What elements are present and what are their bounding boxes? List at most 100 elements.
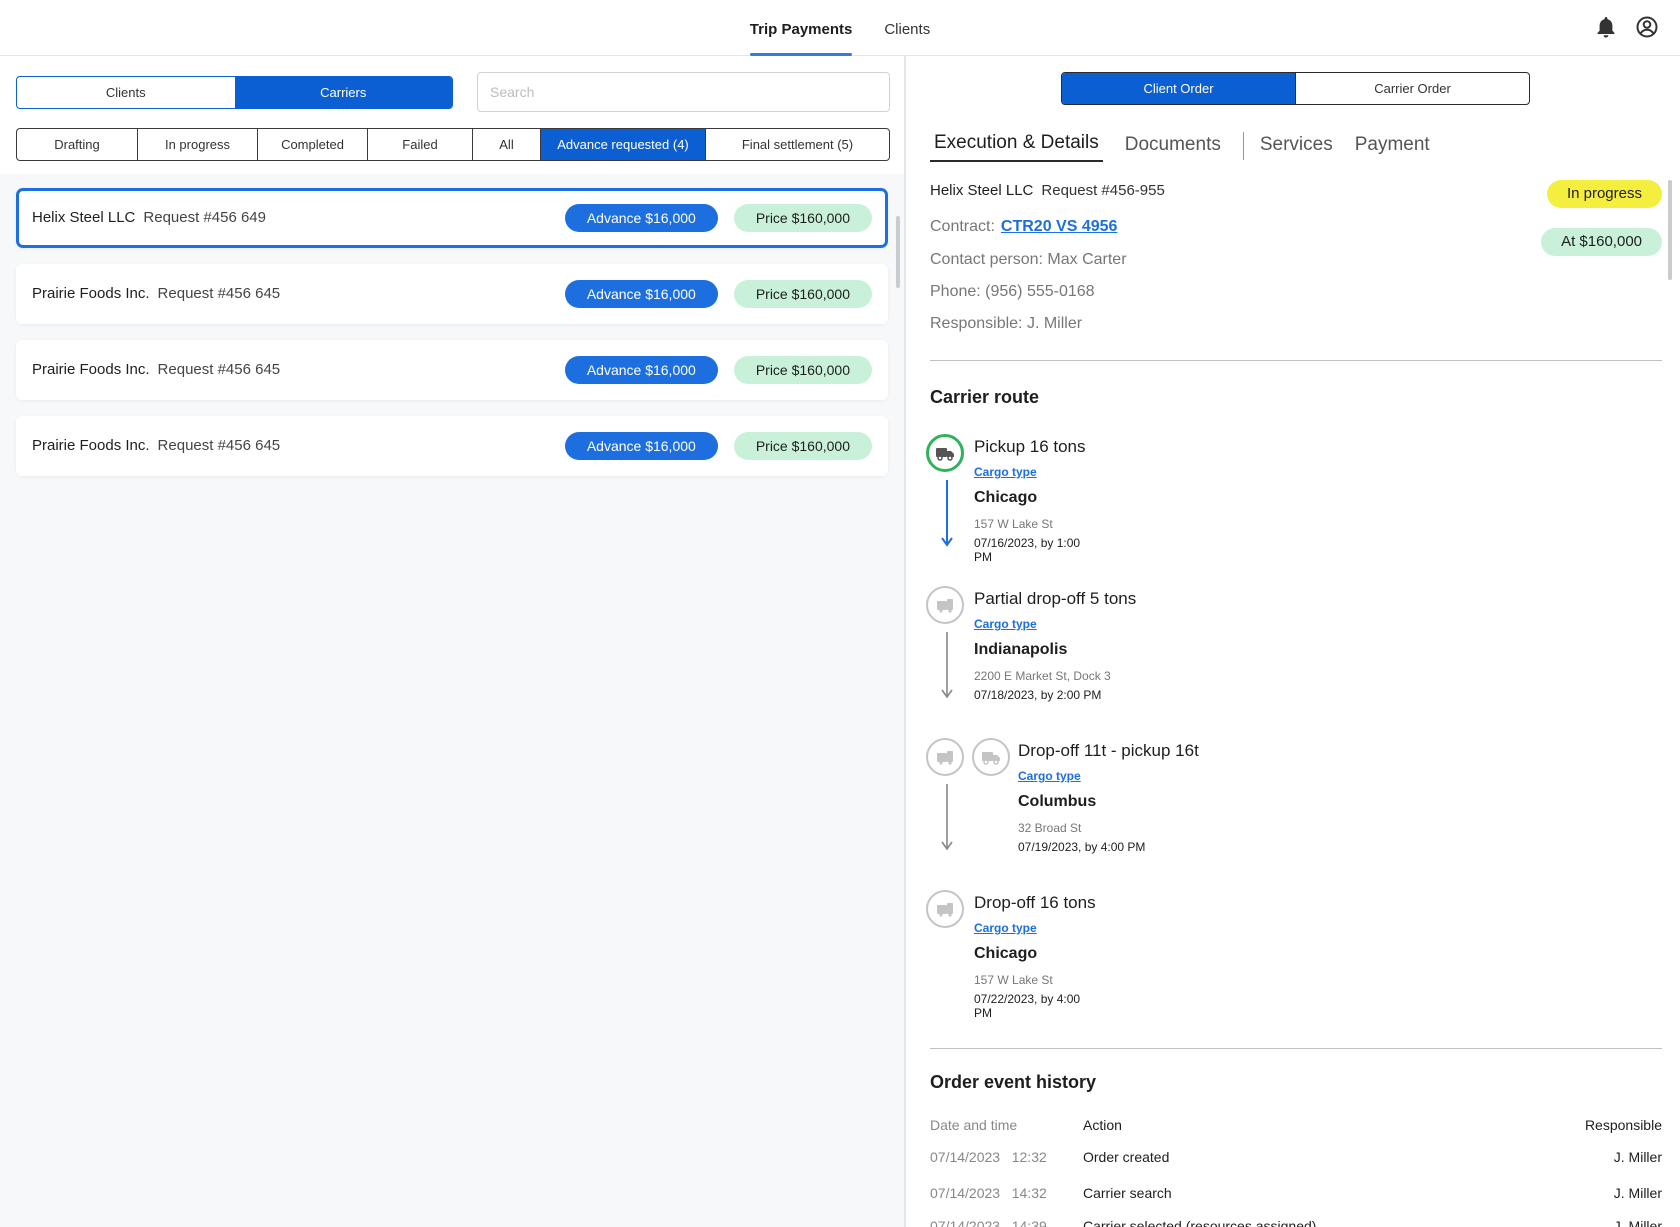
stop-icons xyxy=(926,738,1010,776)
request-row-title: Helix Steel LLC Request #456 649 xyxy=(32,209,266,226)
history-date: 07/14/2023 14:39 xyxy=(930,1218,1047,1227)
advance-badge: Advance $16,000 xyxy=(564,204,718,232)
toggle-carrier-order[interactable]: Carrier Order xyxy=(1296,73,1529,104)
request-row-title: Prairie Foods Inc. Request #456 645 xyxy=(32,361,280,378)
history-responsible: J. Miller xyxy=(1613,1218,1662,1227)
cargo-type-link[interactable]: Cargo type xyxy=(974,465,1086,479)
section-divider xyxy=(930,360,1662,361)
route-arrow-icon xyxy=(941,480,953,547)
unload-icon xyxy=(926,586,964,624)
type-toggle: Clients Carriers xyxy=(16,76,453,109)
stop-address: 157 W Lake St xyxy=(974,973,1053,987)
stop-address: 2200 E Market St, Dock 3 xyxy=(974,669,1111,683)
tab-payment[interactable]: Payment xyxy=(1355,134,1430,162)
request-row[interactable]: Prairie Foods Inc. Request #456 645 Advan… xyxy=(16,340,888,400)
tab-services[interactable]: Services xyxy=(1260,134,1333,162)
carrier-route-title: Carrier route xyxy=(930,387,1040,407)
stop-city: Columbus xyxy=(1018,793,1097,810)
detail-tabs: Execution & Details Documents Services P… xyxy=(930,126,1452,162)
status-filter-tabs: Drafting In progress Completed Failed Al… xyxy=(16,128,890,161)
status-tab-advance-requested[interactable]: Advance requested (4) xyxy=(541,129,706,160)
contract-line: Contract: CTR20 VS 4956 xyxy=(930,218,1117,236)
tab-execution-details[interactable]: Execution & Details xyxy=(930,132,1103,162)
status-badge: In progress xyxy=(1546,180,1662,208)
bell-icon[interactable] xyxy=(1596,16,1616,38)
advance-badge: Advance $16,000 xyxy=(564,356,718,384)
toggle-client-order[interactable]: Client Order xyxy=(1062,73,1296,104)
request-row[interactable]: Prairie Foods Inc. Request #456 645 Advan… xyxy=(16,416,888,476)
user-circle-icon[interactable] xyxy=(1636,16,1658,38)
status-tab-failed[interactable]: Failed xyxy=(368,129,473,160)
order-header: Helix Steel LLC Request #456-955 xyxy=(930,182,1165,199)
responsible-person: Responsible: J. Miller xyxy=(930,315,1083,332)
route-arrow-icon xyxy=(941,632,953,699)
section-divider xyxy=(930,1048,1662,1049)
history-col-date: Date and time xyxy=(930,1117,1018,1133)
stop-title: Partial drop-off 5 tons xyxy=(974,589,1137,608)
order-history-title: Order event history xyxy=(930,1072,1097,1092)
contract-link[interactable]: CTR20 VS 4956 xyxy=(1001,218,1118,235)
stop-icons xyxy=(926,586,964,624)
route-arrow-icon xyxy=(941,784,953,851)
request-list: Helix Steel LLC Request #456 649 Advance … xyxy=(16,188,888,492)
request-badges: Advance $16,000 Price $160,000 xyxy=(564,204,872,232)
top-bar: Trip Payments Clients xyxy=(0,0,1680,56)
status-tab-completed[interactable]: Completed xyxy=(258,129,368,160)
price-badge: At $160,000 xyxy=(1541,228,1662,256)
truck-icon xyxy=(926,434,964,472)
tab-separator xyxy=(1242,132,1244,160)
advance-badge: Advance $16,000 xyxy=(564,432,718,460)
stop-city: Chicago xyxy=(974,489,1038,506)
status-tab-in-progress[interactable]: In progress xyxy=(138,129,258,160)
stop-details: Drop-off 11t - pickup 16t Cargo type Col… xyxy=(1018,741,1199,854)
request-number: Request #456 649 xyxy=(143,209,266,226)
stop-title: Drop-off 11t - pickup 16t xyxy=(1018,741,1199,760)
price-badge: Price $160,000 xyxy=(733,432,872,460)
stop-date: 07/18/2023, by 2:00 PM xyxy=(974,688,1102,702)
history-action: Carrier selected (resources assigned) xyxy=(1083,1218,1317,1227)
stop-details: Pickup 16 tons Cargo type Chicago 157 W … xyxy=(974,437,1086,564)
history-action: Order created xyxy=(1083,1149,1170,1165)
request-number: Request #456 645 xyxy=(157,361,281,378)
detail-scrollbar[interactable] xyxy=(1668,180,1672,280)
stop-details: Partial drop-off 5 tons Cargo type India… xyxy=(974,589,1136,702)
order-toggle: Client Order Carrier Order xyxy=(1061,72,1530,105)
nav-tab-clients[interactable]: Clients xyxy=(884,0,930,56)
advance-badge: Advance $16,000 xyxy=(564,280,718,308)
order-request-number: Request #456-955 xyxy=(1041,182,1165,199)
top-icons xyxy=(1596,16,1658,38)
history-date: 07/14/2023 12:32 xyxy=(930,1149,1047,1165)
unload-icon xyxy=(926,738,964,776)
status-tab-drafting[interactable]: Drafting xyxy=(17,129,138,160)
stop-title: Pickup 16 tons xyxy=(974,437,1086,456)
price-badge: Price $160,000 xyxy=(733,356,872,384)
stop-city: Chicago xyxy=(974,945,1038,962)
status-tab-all[interactable]: All xyxy=(473,129,541,160)
stop-icons xyxy=(926,434,964,472)
cargo-type-link[interactable]: Cargo type xyxy=(974,617,1136,631)
contact-person: Contact person: Max Carter xyxy=(930,251,1127,268)
status-tab-final-settlement[interactable]: Final settlement (5) xyxy=(706,129,889,160)
list-scrollbar[interactable] xyxy=(896,216,900,288)
history-action: Carrier search xyxy=(1083,1185,1172,1201)
toggle-clients[interactable]: Clients xyxy=(17,77,235,108)
request-row[interactable]: Prairie Foods Inc. Request #456 645 Advan… xyxy=(16,264,888,324)
nav-tab-trip-payments[interactable]: Trip Payments xyxy=(749,0,852,56)
request-row-title: Prairie Foods Inc. Request #456 645 xyxy=(32,437,280,454)
unload-icon xyxy=(926,890,964,928)
stop-date: 07/19/2023, by 4:00 PM xyxy=(1018,840,1146,854)
toggle-carriers[interactable]: Carriers xyxy=(234,77,452,108)
company-name: Prairie Foods Inc. xyxy=(32,361,150,378)
cargo-type-link[interactable]: Cargo type xyxy=(1018,769,1199,783)
stop-details: Drop-off 16 tons Cargo type Chicago 157 … xyxy=(974,893,1096,1020)
request-badges: Advance $16,000 Price $160,000 xyxy=(564,432,872,460)
history-col-action: Action xyxy=(1083,1117,1122,1133)
request-row[interactable]: Helix Steel LLC Request #456 649 Advance … xyxy=(16,188,888,248)
stop-date: 07/22/2023, by 4:00 PM xyxy=(974,992,1081,1020)
tab-documents[interactable]: Documents xyxy=(1125,134,1221,162)
cargo-type-link[interactable]: Cargo type xyxy=(974,921,1096,935)
search-input[interactable] xyxy=(477,72,890,112)
history-date: 07/14/2023 14:32 xyxy=(930,1185,1047,1201)
request-list-panel: Clients Carriers Drafting In progress Co… xyxy=(0,56,904,1227)
company-name: Prairie Foods Inc. xyxy=(32,437,150,454)
